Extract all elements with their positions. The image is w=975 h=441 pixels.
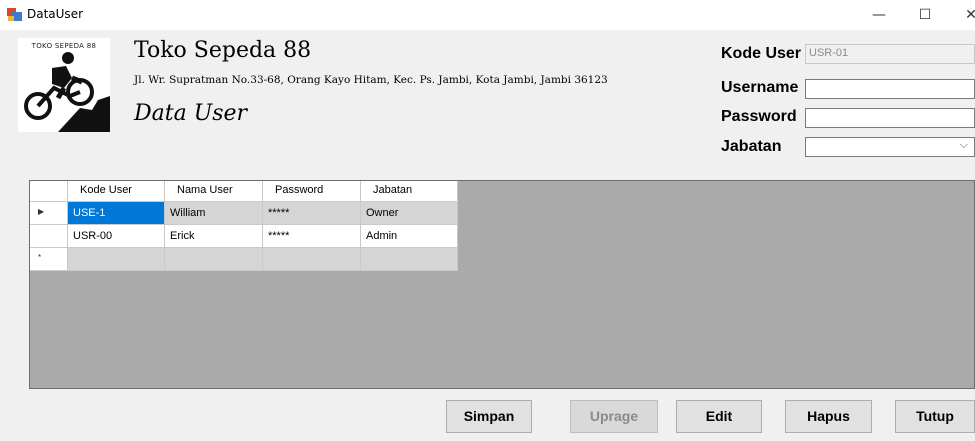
- current-row-icon: ▶: [38, 207, 45, 216]
- column-header-kode-user[interactable]: Kode User: [68, 181, 165, 202]
- row-header[interactable]: *: [30, 248, 68, 271]
- username-label: Username: [721, 79, 799, 96]
- close-button[interactable]: ✕: [948, 0, 975, 30]
- table-cell-password[interactable]: [263, 248, 361, 271]
- table-cell-nama-user[interactable]: [165, 248, 263, 271]
- column-header-jabatan[interactable]: Jabatan: [361, 181, 458, 202]
- password-label: Password: [721, 108, 797, 125]
- edit-button[interactable]: Edit: [676, 400, 762, 433]
- column-header-nama-user[interactable]: Nama User: [165, 181, 263, 202]
- user-data-grid[interactable]: Kode User Nama User Password Jabatan ▶ U…: [29, 180, 975, 389]
- username-field[interactable]: [805, 79, 975, 99]
- upgrade-button[interactable]: Uprage: [570, 400, 658, 433]
- tutup-button[interactable]: Tutup: [895, 400, 975, 433]
- minimize-button[interactable]: —: [856, 0, 902, 30]
- maximize-button[interactable]: ☐: [902, 0, 948, 30]
- table-cell-kode-user[interactable]: USR-00: [68, 225, 165, 248]
- password-field[interactable]: [805, 108, 975, 128]
- hapus-button[interactable]: Hapus: [785, 400, 872, 433]
- kode-user-field: USR-01: [805, 44, 975, 64]
- store-name: Toko Sepeda 88: [134, 38, 312, 63]
- table-cell-nama-user[interactable]: Erick: [165, 225, 263, 248]
- jabatan-label: Jabatan: [721, 138, 782, 155]
- table-cell-kode-user[interactable]: [68, 248, 165, 271]
- jabatan-dropdown[interactable]: ⌵: [805, 137, 975, 157]
- grid-header-row: Kode User Nama User Password Jabatan: [30, 181, 458, 202]
- new-table-row[interactable]: *: [30, 248, 458, 271]
- window-title: DataUser: [27, 7, 84, 21]
- simpan-button[interactable]: Simpan: [446, 400, 532, 433]
- cyclist-icon: [24, 52, 110, 132]
- table-cell-jabatan[interactable]: [361, 248, 458, 271]
- chevron-down-icon[interactable]: ⌵: [960, 139, 968, 152]
- new-row-icon: *: [38, 253, 42, 262]
- store-logo: TOKO SEPEDA 88: [18, 38, 110, 132]
- column-header-password[interactable]: Password: [263, 181, 361, 202]
- table-cell-password[interactable]: *****: [263, 202, 361, 225]
- table-cell-password[interactable]: *****: [263, 225, 361, 248]
- table-cell-nama-user[interactable]: William: [165, 202, 263, 225]
- table-row[interactable]: USR-00 Erick ***** Admin: [30, 225, 458, 248]
- form-title: Data User: [134, 101, 248, 126]
- row-header[interactable]: ▶: [30, 202, 68, 225]
- table-cell-kode-user[interactable]: USE-1: [68, 202, 165, 225]
- app-icon: [7, 8, 22, 21]
- table-cell-jabatan[interactable]: Owner: [361, 202, 458, 225]
- store-address: Jl. Wr. Supratman No.33-68, Orang Kayo H…: [134, 74, 608, 86]
- table-cell-jabatan[interactable]: Admin: [361, 225, 458, 248]
- table-row[interactable]: ▶ USE-1 William ***** Owner: [30, 202, 458, 225]
- row-header-corner[interactable]: [30, 181, 68, 202]
- title-bar: DataUser — ☐ ✕: [0, 0, 975, 30]
- row-header[interactable]: [30, 225, 68, 248]
- kode-user-label: Kode User: [721, 45, 802, 62]
